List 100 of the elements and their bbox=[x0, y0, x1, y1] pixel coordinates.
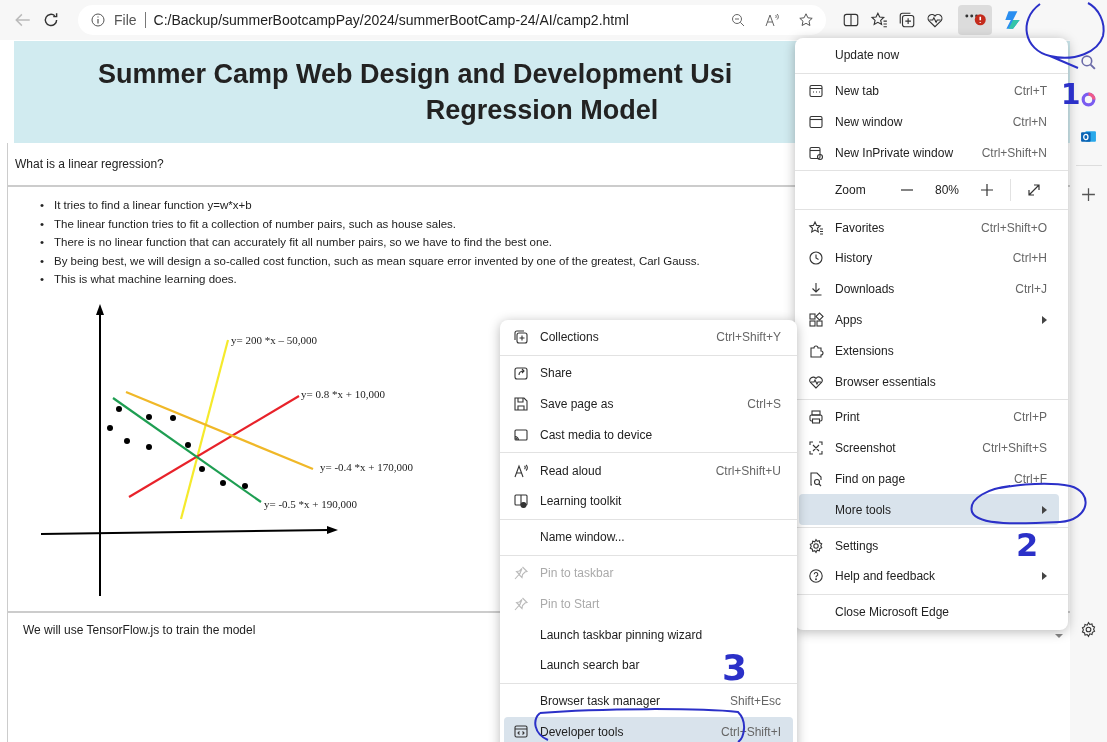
bullet-item: This is what machine learning does. bbox=[54, 272, 237, 287]
menu-item[interactable]: Find on page Ctrl+F bbox=[799, 463, 1059, 495]
menu-label: Close Microsoft Edge bbox=[835, 605, 950, 620]
line-equation: y= -0.5 *x + 190,000 bbox=[264, 497, 358, 510]
search-icon[interactable] bbox=[1080, 54, 1097, 71]
download-icon bbox=[808, 281, 824, 298]
menu-label: Downloads bbox=[835, 282, 896, 297]
puzzle-icon bbox=[808, 342, 824, 359]
data-point bbox=[146, 413, 152, 420]
shortcut-text: Ctrl+Shift+O bbox=[980, 220, 1047, 235]
menu-item[interactable]: Save page as Ctrl+S bbox=[504, 388, 793, 420]
screenshot-icon bbox=[808, 440, 824, 457]
shortcut-text: Ctrl+F bbox=[1014, 471, 1047, 486]
menu-label: More tools bbox=[835, 502, 893, 517]
pin-icon bbox=[513, 564, 529, 581]
data-point bbox=[107, 424, 113, 431]
menu-item[interactable]: Collections Ctrl+Shift+Y bbox=[504, 322, 793, 353]
shortcut-text: Ctrl+J bbox=[1015, 282, 1047, 297]
menu-item[interactable]: Launch search bar bbox=[504, 649, 652, 681]
menu-item[interactable]: Learning toolkit bbox=[504, 486, 634, 517]
heart-pulse-icon[interactable] bbox=[926, 11, 944, 29]
share-icon bbox=[513, 365, 529, 382]
menu-label: Apps bbox=[835, 312, 864, 327]
menu-item[interactable]: Cast media to device bbox=[504, 419, 665, 451]
menu-label: Settings bbox=[835, 538, 879, 553]
data-point bbox=[242, 482, 248, 489]
star-icon[interactable] bbox=[798, 12, 814, 28]
bullet-item: There is no linear function that can accurately fit all number pairs, so we have to find the best one. bbox=[54, 235, 552, 250]
favorites-icon[interactable] bbox=[870, 11, 888, 29]
menu-item[interactable]: Settings bbox=[799, 530, 891, 561]
shortcut-text: Ctrl+N bbox=[1012, 115, 1047, 129]
developer-tools-icon bbox=[513, 723, 529, 740]
menu-item[interactable]: Print Ctrl+P bbox=[799, 401, 1059, 433]
shortcut-text: Ctrl+H bbox=[1012, 251, 1047, 266]
add-icon[interactable] bbox=[1080, 186, 1097, 203]
menu-label: Share bbox=[540, 366, 573, 381]
printer-icon bbox=[808, 409, 824, 426]
more-button[interactable] bbox=[958, 5, 992, 35]
bullet-item: By being best, we will design a so-called cost function, such as mean square error invented by one of the greatest, Carl Gauss. bbox=[54, 253, 700, 269]
menu-item[interactable]: New tab Ctrl+T bbox=[799, 75, 1059, 107]
menu-label: Print bbox=[835, 410, 861, 425]
gear-icon bbox=[808, 537, 824, 554]
menu-label: Browser task manager bbox=[540, 694, 662, 709]
line-equation: y= 200 *x – 50,000 bbox=[231, 333, 317, 346]
heart-pulse-icon bbox=[808, 373, 824, 390]
menu-label: Screenshot bbox=[835, 441, 897, 456]
menu-item[interactable]: Screenshot Ctrl+Shift+S bbox=[799, 432, 1059, 464]
read-aloud-icon[interactable] bbox=[764, 12, 780, 28]
menu-item[interactable]: Browser task manager Shift+Esc bbox=[504, 685, 793, 717]
menu-label: Collections bbox=[540, 330, 600, 345]
plus-icon bbox=[980, 183, 994, 198]
refresh-icon[interactable] bbox=[42, 11, 60, 29]
menu-item[interactable]: Launch taskbar pinning wizard bbox=[504, 619, 715, 650]
menu-label: Extensions bbox=[835, 343, 894, 358]
book-icon bbox=[513, 493, 529, 510]
menu-item[interactable]: Name window... bbox=[504, 521, 637, 553]
zoom-out-icon[interactable] bbox=[730, 12, 746, 28]
footer-text: We will use TensorFlow.js to train the model bbox=[23, 622, 256, 637]
menu-label: Find on page bbox=[835, 471, 907, 486]
menu-item[interactable]: Update now bbox=[799, 40, 912, 71]
menu-label: Help and feedback bbox=[835, 569, 937, 584]
menu-item[interactable]: Browser essentials bbox=[799, 366, 948, 397]
menu-item[interactable]: New InPrivate window Ctrl+Shift+N bbox=[799, 137, 1059, 169]
menu-item[interactable]: Extensions bbox=[799, 335, 906, 367]
settings-icon[interactable] bbox=[1080, 621, 1097, 638]
menu-item[interactable]: More tools bbox=[799, 494, 1059, 526]
copilot-icon[interactable] bbox=[1080, 91, 1097, 108]
outlook-icon[interactable] bbox=[1080, 128, 1097, 145]
menu-item[interactable]: Favorites Ctrl+Shift+O bbox=[799, 212, 1059, 243]
menu-item[interactable]: Share bbox=[504, 357, 585, 389]
shortcut-text: Ctrl+T bbox=[1014, 84, 1047, 99]
data-point bbox=[170, 414, 176, 421]
collections-icon[interactable] bbox=[898, 11, 916, 29]
menu-label: Pin to taskbar bbox=[540, 565, 614, 580]
bullet-marker: • bbox=[40, 272, 46, 287]
menu-label: Pin to Start bbox=[540, 596, 600, 611]
info-icon[interactable] bbox=[90, 12, 106, 28]
shortcut-text: Ctrl+P bbox=[1013, 410, 1047, 425]
menu-item[interactable]: Read aloud Ctrl+Shift+U bbox=[504, 455, 793, 486]
menu-label: Learning toolkit bbox=[540, 494, 622, 509]
window-icon bbox=[808, 114, 824, 130]
menu-item[interactable]: Downloads Ctrl+J bbox=[799, 273, 1059, 305]
menu-label: Zoom bbox=[835, 183, 867, 198]
clock-icon bbox=[808, 250, 824, 267]
line-equation: y= 0.8 *x + 10,000 bbox=[301, 387, 385, 400]
bullet-marker: • bbox=[40, 216, 46, 232]
shortcut-text: Ctrl+S bbox=[747, 397, 781, 411]
bullet-item: It tries to find a linear function y=w*x+b bbox=[54, 198, 252, 213]
menu-item[interactable]: Close Microsoft Edge bbox=[799, 596, 962, 628]
data-point bbox=[116, 405, 122, 412]
line-equation: y= -0.4 *x + 170,000 bbox=[320, 460, 414, 473]
expand-icon bbox=[1027, 183, 1041, 198]
menu-item[interactable]: History Ctrl+H bbox=[799, 243, 1059, 274]
split-screen-icon[interactable] bbox=[842, 11, 860, 29]
help-icon bbox=[808, 568, 824, 585]
shortcut-text: Ctrl+Shift+S bbox=[982, 441, 1047, 456]
menu-item[interactable]: Apps bbox=[799, 304, 1059, 336]
dropdown-caret-icon[interactable] bbox=[1054, 633, 1064, 639]
menu-item[interactable]: New window Ctrl+N bbox=[799, 106, 1059, 138]
address-bar[interactable]: File C:/Backup/summerBootcampPay/2024/summerBootCamp-24/AI/camp2.html bbox=[78, 5, 826, 35]
